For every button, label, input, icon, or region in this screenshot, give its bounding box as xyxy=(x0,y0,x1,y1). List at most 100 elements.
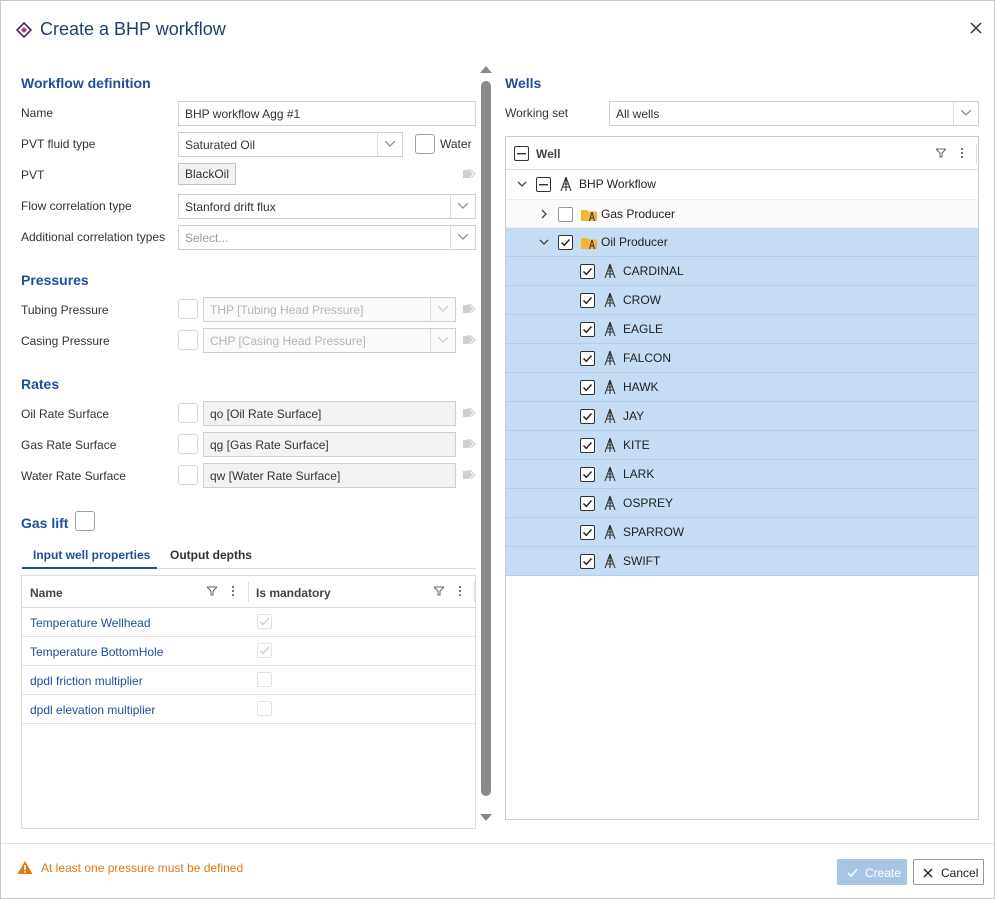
table-row[interactable]: dpdl elevation multiplier xyxy=(22,695,475,724)
table-row[interactable]: Temperature Wellhead xyxy=(22,608,475,637)
table-row[interactable]: Temperature BottomHole xyxy=(22,637,475,666)
well-checkbox[interactable] xyxy=(580,351,595,366)
root-checkbox[interactable] xyxy=(536,177,551,192)
column-menu-icon[interactable] xyxy=(960,147,964,159)
scroll-up-icon[interactable] xyxy=(479,64,493,74)
well-checkbox[interactable] xyxy=(580,496,595,511)
column-header-well[interactable]: Well xyxy=(536,147,560,161)
tree-node-well[interactable]: SPARROW xyxy=(506,518,978,547)
gas-rate-field[interactable]: qg [Gas Rate Surface] xyxy=(203,432,456,457)
column-menu-icon[interactable] xyxy=(231,585,235,597)
gas-rate-checkbox[interactable] xyxy=(178,434,198,454)
flow-correlation-value: Stanford drift flux xyxy=(185,200,276,214)
tree-node-gas-producer[interactable]: Gas Producer xyxy=(506,199,978,228)
chevron-right-icon[interactable] xyxy=(539,209,549,219)
well-label: CARDINAL xyxy=(623,264,684,278)
water-rate-checkbox[interactable] xyxy=(178,465,198,485)
tubing-pressure-select[interactable]: THP [Tubing Head Pressure] xyxy=(203,297,456,322)
well-checkbox[interactable] xyxy=(580,380,595,395)
cancel-button[interactable]: Cancel xyxy=(913,859,984,885)
chevron-down-icon[interactable] xyxy=(953,102,978,125)
working-set-label: Working set xyxy=(505,106,569,120)
chevron-down-icon[interactable] xyxy=(517,179,527,189)
flow-correlation-select[interactable]: Stanford drift flux xyxy=(178,194,476,219)
well-rig-icon xyxy=(604,263,616,279)
additional-correlation-placeholder: Select... xyxy=(185,231,229,245)
chevron-down-icon[interactable] xyxy=(377,133,402,156)
water-label: Water xyxy=(440,137,472,151)
well-rig-icon xyxy=(560,176,572,192)
tree-node-oil-producer[interactable]: Oil Producer xyxy=(506,228,978,257)
casing-pressure-value: CHP [Casing Head Pressure] xyxy=(210,334,366,348)
chevron-down-icon[interactable] xyxy=(539,237,549,247)
tree-node-well[interactable]: EAGLE xyxy=(506,315,978,344)
well-label: LARK xyxy=(623,467,655,481)
well-checkbox[interactable] xyxy=(580,293,595,308)
water-checkbox[interactable] xyxy=(415,134,435,154)
tree-node-well[interactable]: JAY xyxy=(506,402,978,431)
tree-node-well[interactable]: KITE xyxy=(506,431,978,460)
tag-icon[interactable] xyxy=(462,169,476,179)
working-set-select[interactable]: All wells xyxy=(609,101,979,126)
well-checkbox[interactable] xyxy=(580,554,595,569)
oil-producer-checkbox[interactable] xyxy=(558,235,573,250)
casing-pressure-select[interactable]: CHP [Casing Head Pressure] xyxy=(203,328,456,353)
column-header-name[interactable]: Name xyxy=(30,586,63,600)
tree-node-well[interactable]: LARK xyxy=(506,460,978,489)
tag-icon[interactable] xyxy=(462,439,476,449)
tree-node-well[interactable]: OSPREY xyxy=(506,489,978,518)
table-row[interactable]: dpdl friction multiplier xyxy=(22,666,475,695)
well-checkbox[interactable] xyxy=(580,467,595,482)
pvt-value-badge[interactable]: BlackOil xyxy=(178,163,237,185)
chevron-down-icon xyxy=(430,298,455,321)
create-bhp-workflow-dialog: Create a BHP workflow Workflow definitio… xyxy=(0,0,995,899)
gas-producer-checkbox[interactable] xyxy=(558,207,573,222)
tubing-pressure-label: Tubing Pressure xyxy=(21,303,109,317)
oil-rate-field[interactable]: qo [Oil Rate Surface] xyxy=(203,401,456,426)
well-rig-icon xyxy=(604,524,616,540)
additional-correlation-select[interactable]: Select... xyxy=(178,225,476,250)
tree-node-well[interactable]: HAWK xyxy=(506,373,978,402)
well-label: JAY xyxy=(623,409,645,423)
name-field[interactable]: BHP workflow Agg #1 xyxy=(178,101,476,126)
tag-icon[interactable] xyxy=(462,408,476,418)
well-checkbox[interactable] xyxy=(580,438,595,453)
water-rate-field[interactable]: qw [Water Rate Surface] xyxy=(203,463,456,488)
casing-pressure-checkbox[interactable] xyxy=(178,330,198,350)
create-button[interactable]: Create xyxy=(837,859,907,885)
chevron-down-icon[interactable] xyxy=(450,226,475,249)
tree-node-well[interactable]: CROW xyxy=(506,286,978,315)
filter-icon[interactable] xyxy=(936,148,946,158)
well-checkbox[interactable] xyxy=(580,409,595,424)
filter-icon[interactable] xyxy=(434,586,444,596)
tubing-pressure-checkbox[interactable] xyxy=(178,299,198,319)
scroll-down-icon[interactable] xyxy=(479,813,493,823)
chevron-down-icon[interactable] xyxy=(450,195,475,218)
oil-rate-checkbox[interactable] xyxy=(178,403,198,423)
gas-rate-label: Gas Rate Surface xyxy=(21,438,117,452)
column-header-is-mandatory[interactable]: Is mandatory xyxy=(256,586,331,600)
property-name: dpdl elevation multiplier xyxy=(30,703,156,717)
well-rig-icon xyxy=(604,321,616,337)
vertical-scrollbar-thumb[interactable] xyxy=(481,81,491,796)
tree-node-root[interactable]: BHP Workflow xyxy=(506,170,978,199)
name-label: Name xyxy=(21,106,54,120)
close-icon xyxy=(923,868,933,878)
tree-node-well[interactable]: CARDINAL xyxy=(506,257,978,286)
tag-icon[interactable] xyxy=(462,470,476,480)
well-checkbox[interactable] xyxy=(580,264,595,279)
close-icon[interactable] xyxy=(967,19,985,37)
tab-input-well-properties[interactable]: Input well properties xyxy=(33,548,150,562)
pvt-fluid-type-select[interactable]: Saturated Oil xyxy=(178,132,403,157)
well-checkbox[interactable] xyxy=(580,322,595,337)
column-divider xyxy=(976,144,977,164)
filter-icon[interactable] xyxy=(207,586,217,596)
tree-node-well[interactable]: FALCON xyxy=(506,344,978,373)
well-checkbox[interactable] xyxy=(580,525,595,540)
select-all-checkbox[interactable] xyxy=(514,146,529,161)
tree-node-well[interactable]: SWIFT xyxy=(506,547,978,576)
gas-lift-checkbox[interactable] xyxy=(75,511,95,531)
wells-tree-header: Well xyxy=(506,137,978,170)
tab-output-depths[interactable]: Output depths xyxy=(170,548,252,562)
column-menu-icon[interactable] xyxy=(458,585,462,597)
